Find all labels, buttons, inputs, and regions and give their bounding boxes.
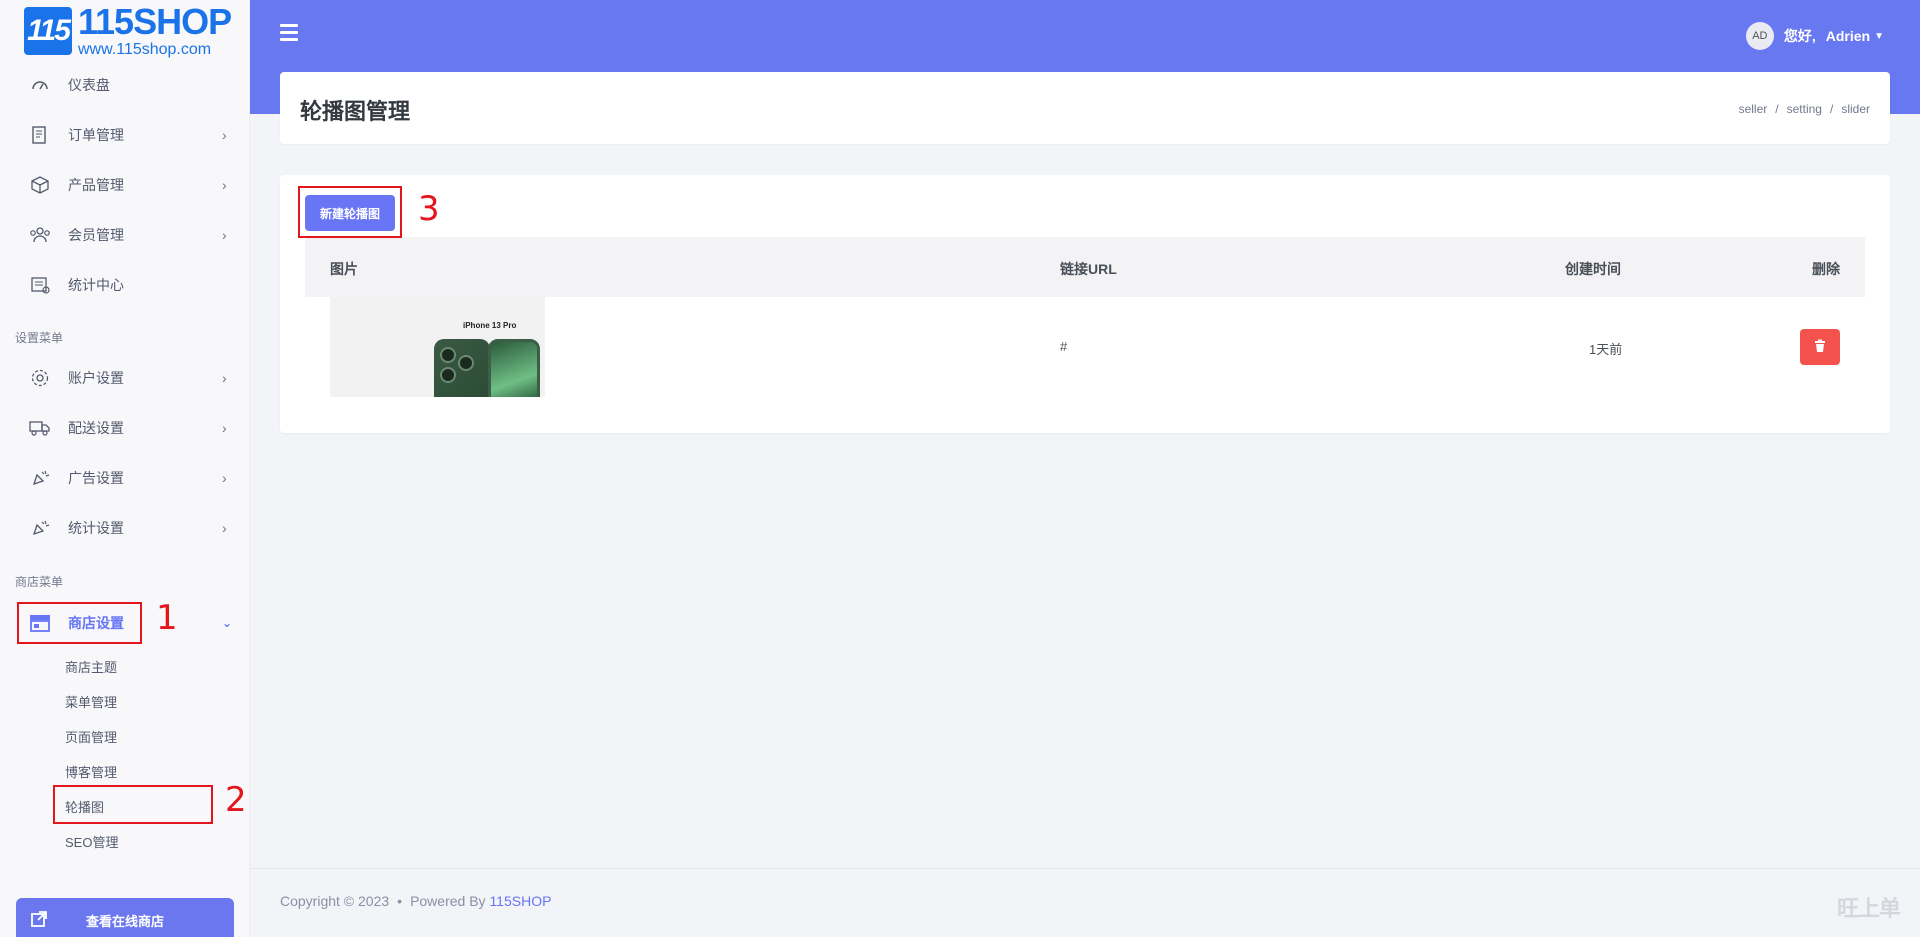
sidebar-item-orders[interactable]: 订单管理 › — [0, 115, 249, 155]
logo[interactable]: 115 115SHOP www.115shop.com — [24, 4, 234, 58]
sidebar-item-label: 统计设置 — [68, 520, 124, 536]
column-header-created: 创建时间 — [1565, 261, 1621, 277]
menu-toggle-icon[interactable] — [280, 24, 298, 42]
slider-created-time: 1天前 — [1589, 342, 1623, 357]
sidebar-item-statistics[interactable]: 统计中心 — [0, 265, 249, 305]
sidebar-subitem-blog-management[interactable]: 博客管理 — [65, 762, 117, 781]
annotation-marker-2: 2 — [225, 780, 247, 820]
avatar: AD — [1745, 22, 1774, 50]
chevron-right-icon: › — [222, 420, 227, 436]
watermark-logo: 旺上单 — [1836, 896, 1901, 921]
megaphone-icon — [28, 516, 52, 540]
annotation-marker-3: 3 — [418, 189, 440, 229]
sidebar-subitem-menu-management[interactable]: 菜单管理 — [65, 692, 117, 711]
breadcrumb-item[interactable]: setting — [1787, 102, 1822, 116]
truck-icon — [28, 416, 52, 440]
footer-text: Copyright © 2023 • Powered By 115SHOP — [280, 893, 552, 909]
greeting: 您好, — [1783, 28, 1816, 44]
table-row: iPhone 13 Pro # 1天前 — [305, 297, 1865, 397]
table-header: 图片 链接URL 创建时间 删除 — [305, 237, 1865, 297]
page-title: 轮播图管理 — [300, 99, 411, 124]
breadcrumb-item: slider — [1841, 102, 1870, 116]
annotation-box-1 — [17, 602, 142, 644]
sidebar-item-label: 会员管理 — [68, 227, 124, 243]
sidebar-item-label: 统计中心 — [68, 277, 124, 293]
footer: Copyright © 2023 • Powered By 115SHOP 旺上单 — [250, 868, 1920, 937]
sidebar-item-label: 账户设置 — [68, 370, 124, 386]
orders-icon — [28, 123, 52, 147]
chevron-right-icon: › — [222, 520, 227, 536]
column-header-url: 链接URL — [1060, 261, 1117, 277]
chevron-down-icon: ⌄ — [222, 616, 233, 630]
sidebar-item-label: 仪表盘 — [68, 77, 110, 93]
view-online-store-button[interactable]: 查看在线商店 — [16, 898, 234, 937]
sidebar-subitem-store-theme[interactable]: 商店主题 — [65, 657, 117, 676]
annotation-box-3 — [298, 186, 402, 238]
section-settings-menu: 设置菜单 — [15, 331, 64, 345]
top-bar: AD 您好, Adrien ▼ — [250, 0, 1920, 72]
stats-icon — [28, 273, 52, 297]
chevron-right-icon: › — [222, 470, 227, 486]
slider-list-card: 新建轮播图 图片 链接URL 创建时间 删除 iPhone 13 Pro # 1… — [280, 175, 1890, 433]
logo-name: 115SHOP — [78, 1, 232, 42]
view-store-label: 查看在线商店 — [85, 913, 164, 929]
section-store-menu: 商店菜单 — [15, 575, 64, 589]
external-link-icon — [30, 910, 48, 931]
products-icon — [28, 173, 52, 197]
gear-icon — [28, 366, 52, 390]
sidebar-item-label: 广告设置 — [68, 470, 124, 486]
annotation-marker-1: 1 — [156, 598, 178, 638]
sidebar-item-dashboard[interactable]: 仪表盘 — [0, 65, 249, 105]
sidebar-subitem-seo[interactable]: SEO管理 — [65, 832, 118, 851]
sidebar-item-shipping-settings[interactable]: 配送设置 › — [0, 408, 249, 448]
column-header-delete: 删除 — [1812, 261, 1840, 277]
caret-down-icon: ▼ — [1874, 30, 1884, 42]
sidebar-item-ad-settings[interactable]: 广告设置 › — [0, 458, 249, 498]
sidebar-item-products[interactable]: 产品管理 › — [0, 165, 249, 205]
powered-by: Powered By — [410, 893, 486, 909]
trash-icon — [1813, 339, 1827, 356]
sidebar-item-label: 订单管理 — [68, 127, 124, 143]
slider-image-caption: iPhone 13 Pro — [463, 321, 517, 330]
sidebar-subitem-page-management[interactable]: 页面管理 — [65, 727, 117, 746]
page-title-card: 轮播图管理 seller / setting / slider — [280, 72, 1890, 144]
annotation-box-2 — [53, 785, 213, 824]
sidebar-item-stats-settings[interactable]: 统计设置 › — [0, 508, 249, 548]
slider-image[interactable]: iPhone 13 Pro — [330, 297, 545, 397]
logo-url: www.115shop.com — [78, 41, 212, 58]
logo-mark: 115 — [24, 7, 72, 55]
phone-front-graphic — [488, 339, 540, 397]
slider-url: # — [1060, 339, 1068, 354]
breadcrumb-item[interactable]: seller — [1739, 102, 1768, 116]
members-icon — [28, 223, 52, 247]
sidebar-item-members[interactable]: 会员管理 › — [0, 215, 249, 255]
chevron-right-icon: › — [222, 177, 227, 193]
dashboard-icon — [28, 73, 52, 97]
delete-button[interactable] — [1800, 329, 1840, 365]
sidebar-item-label: 产品管理 — [68, 177, 124, 193]
chevron-right-icon: › — [222, 127, 227, 143]
user-name: Adrien — [1825, 28, 1871, 44]
user-menu[interactable]: AD 您好, Adrien ▼ — [1745, 22, 1884, 50]
sidebar-item-account-settings[interactable]: 账户设置 › — [0, 358, 249, 398]
footer-brand-link[interactable]: 115SHOP — [489, 893, 551, 909]
breadcrumb: seller / setting / slider — [1738, 102, 1870, 116]
column-header-image: 图片 — [330, 261, 358, 277]
phone-back-graphic — [434, 339, 490, 397]
chevron-right-icon: › — [222, 370, 227, 386]
copyright: Copyright © 2023 — [280, 893, 390, 909]
sidebar-item-label: 配送设置 — [68, 420, 124, 436]
chevron-right-icon: › — [222, 227, 227, 243]
megaphone-icon — [28, 466, 52, 490]
